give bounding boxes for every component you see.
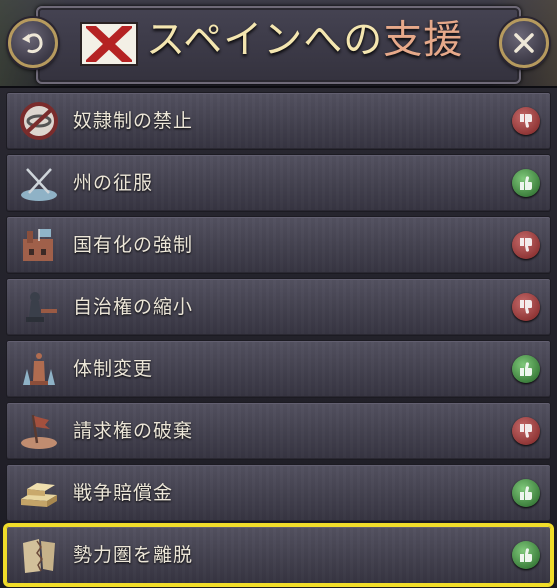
list-item-label: 体制変更 [73, 358, 154, 380]
list-item-label: 請求権の破棄 [73, 420, 194, 442]
title-main: スペインへの [146, 18, 384, 63]
spain-flag [80, 22, 138, 66]
list-item-label: 戦争賠償金 [73, 482, 174, 504]
title-accent: 支援 [383, 18, 464, 63]
crossed-swords-icon [15, 161, 63, 205]
thumbs-up-icon [512, 355, 540, 383]
page-title: スペインへの支援 [146, 16, 463, 66]
back-button[interactable] [8, 18, 58, 68]
chess-pawn-icon [15, 285, 63, 329]
list-item-label: 勢力圏を離脱 [73, 544, 194, 566]
thumbs-down-icon [512, 417, 540, 445]
list-item-force-nationalization[interactable]: 国有化の強制 [6, 216, 551, 274]
list-item-conquer-state[interactable]: 州の征服 [6, 154, 551, 212]
thumbs-up-icon [512, 169, 540, 197]
gold-bars-icon [15, 471, 63, 515]
list-item-leave-sphere-of-influence[interactable]: 勢力圏を離脱 [6, 526, 551, 584]
panel-header: スペインへの支援 [0, 0, 557, 88]
chess-pieces-icon [15, 347, 63, 391]
thumbs-up-icon [512, 541, 540, 569]
torn-flag-icon [15, 409, 63, 453]
thumbs-up-icon [512, 479, 540, 507]
no-slavery-icon [15, 99, 63, 143]
list-item-reduce-autonomy[interactable]: 自治権の縮小 [6, 278, 551, 336]
thumbs-down-icon [512, 293, 540, 321]
list-item-label: 州の征服 [73, 172, 154, 194]
thumbs-down-icon [512, 231, 540, 259]
list-item-regime-change[interactable]: 体制変更 [6, 340, 551, 398]
back-arrow-icon [22, 33, 43, 53]
thumbs-down-icon [512, 107, 540, 135]
list-item-label: 国有化の強制 [73, 234, 194, 256]
list-item-label: 奴隷制の禁止 [73, 110, 194, 132]
close-icon [514, 33, 534, 53]
diplomacy-panel: スペインへの支援 奴隷制の禁止 州の征服 国有化の強制 自治権の縮小 体制変更 … [0, 0, 557, 584]
close-button[interactable] [499, 18, 549, 68]
list-item-revoke-claims[interactable]: 請求権の破棄 [6, 402, 551, 460]
list-item-war-reparations[interactable]: 戦争賠償金 [6, 464, 551, 522]
demand-list: 奴隷制の禁止 州の征服 国有化の強制 自治権の縮小 体制変更 請求権の破棄 戦争… [6, 92, 551, 588]
list-item-ban-slavery[interactable]: 奴隷制の禁止 [6, 92, 551, 150]
torn-document-icon [15, 533, 63, 577]
factory-icon [15, 223, 63, 267]
list-item-label: 自治権の縮小 [73, 296, 194, 318]
